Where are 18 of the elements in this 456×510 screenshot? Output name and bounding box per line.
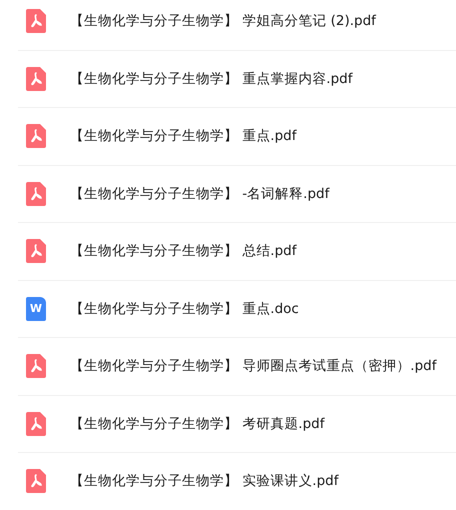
word-file-icon: W (26, 296, 46, 321)
pdf-file-icon (26, 66, 46, 91)
file-name[interactable]: 【生物化学与分子生物学】 实验课讲义.pdf (70, 472, 338, 490)
file-name[interactable]: 【生物化学与分子生物学】 重点.doc (70, 300, 299, 318)
file-name[interactable]: 【生物化学与分子生物学】 考研真题.pdf (70, 414, 324, 433)
file-name[interactable]: 【生物化学与分子生物学】 重点掌握内容.pdf (70, 70, 352, 88)
pdf-file-icon (26, 354, 46, 378)
pdf-file-icon (26, 124, 46, 148)
pdf-file-icon (26, 9, 46, 34)
file-name[interactable]: 【生物化学与分子生物学】 重点.pdf (70, 127, 296, 146)
file-name[interactable]: 【生物化学与分子生物学】 总结.pdf (70, 242, 296, 260)
pdf-file-icon (26, 239, 46, 264)
file-name[interactable]: 【生物化学与分子生物学】 -名词解释.pdf (70, 184, 330, 203)
pdf-file-icon (26, 412, 46, 436)
file-name[interactable]: 【生物化学与分子生物学】 学姐高分笔记 (2).pdf (70, 12, 376, 30)
pdf-file-icon (26, 469, 46, 494)
pdf-file-icon (26, 182, 46, 206)
file-name[interactable]: 【生物化学与分子生物学】 导师圈点考试重点（密押）.pdf (70, 357, 436, 376)
